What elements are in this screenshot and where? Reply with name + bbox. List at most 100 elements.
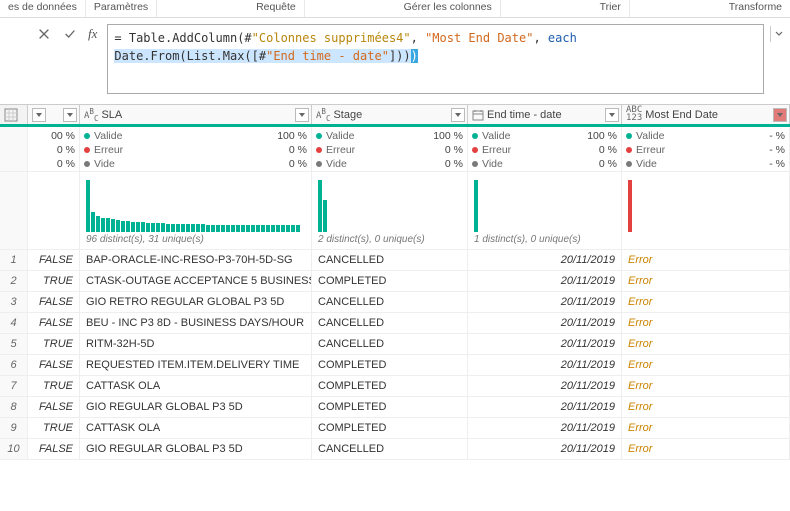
cell[interactable]: FALSE [28, 355, 80, 375]
table-row[interactable]: 7TRUECATTASK OLACOMPLETED20/11/2019Error [0, 376, 790, 397]
cell[interactable]: FALSE [28, 439, 80, 459]
row-header-corner[interactable] [0, 105, 28, 124]
any-type-icon: ABC123 [626, 107, 642, 121]
column-menu-button[interactable] [773, 108, 787, 122]
cell[interactable]: 20/11/2019 [468, 334, 622, 354]
commit-formula-button[interactable] [60, 24, 80, 44]
cell[interactable]: 20/11/2019 [468, 271, 622, 291]
column-header[interactable] [28, 105, 80, 124]
cell[interactable]: TRUE [28, 376, 80, 396]
distribution-sla: 96 distinct(s), 31 unique(s) [80, 172, 312, 249]
table-row[interactable]: 5TRUERITM-32H-5DCANCELLED20/11/2019Error [0, 334, 790, 355]
row-number: 4 [0, 313, 28, 333]
distribution-stage: 2 distinct(s), 0 unique(s) [312, 172, 468, 249]
table-row[interactable]: 10FALSEGIO REGULAR GLOBAL P3 5DCANCELLED… [0, 439, 790, 460]
cell[interactable]: COMPLETED [312, 418, 468, 438]
cell[interactable]: 20/11/2019 [468, 292, 622, 312]
cell[interactable]: CATTASK OLA [80, 418, 312, 438]
cell-error[interactable]: Error [622, 271, 790, 291]
column-title: Stage [333, 109, 362, 121]
cell[interactable]: FALSE [28, 250, 80, 270]
ribbon-tab[interactable]: Paramètres [86, 0, 157, 17]
cell[interactable]: GIO REGULAR GLOBAL P3 5D [80, 439, 312, 459]
cell[interactable]: 20/11/2019 [468, 418, 622, 438]
row-number: 6 [0, 355, 28, 375]
cell[interactable]: FALSE [28, 292, 80, 312]
cell[interactable]: BAP-ORACLE-INC-RESO-P3-70H-5D-SG [80, 250, 312, 270]
fx-label: fx [86, 24, 101, 42]
formula-input[interactable]: = Table.AddColumn(#"Colonnes supprimées4… [107, 24, 764, 94]
column-header-sla[interactable]: ABC SLA [80, 105, 312, 124]
cell-error[interactable]: Error [622, 292, 790, 312]
cell[interactable]: FALSE [28, 313, 80, 333]
cell[interactable]: RITM-32H-5D [80, 334, 312, 354]
table-row[interactable]: 9TRUECATTASK OLACOMPLETED20/11/2019Error [0, 418, 790, 439]
table-row[interactable]: 1FALSEBAP-ORACLE-INC-RESO-P3-70H-5D-SGCA… [0, 250, 790, 271]
cell[interactable]: GIO RETRO REGULAR GLOBAL P3 5D [80, 292, 312, 312]
ribbon-tab[interactable]: Gérer les colonnes [396, 0, 501, 17]
ribbon-tab[interactable]: Trier [592, 0, 630, 17]
cell[interactable]: 20/11/2019 [468, 313, 622, 333]
cell[interactable]: 20/11/2019 [468, 250, 622, 270]
column-menu-button[interactable] [295, 108, 309, 122]
cell-error[interactable]: Error [622, 334, 790, 354]
column-header-end-date[interactable]: End time - date [468, 105, 622, 124]
distribution-most [622, 172, 790, 249]
cell[interactable]: CTASK-OUTAGE ACCEPTANCE 5 BUSINESS D… [80, 271, 312, 291]
column-menu-button[interactable] [605, 108, 619, 122]
ribbon-tabs: es de données Paramètres Requête Gérer l… [0, 0, 790, 18]
cell-error[interactable]: Error [622, 250, 790, 270]
cell-error[interactable]: Error [622, 355, 790, 375]
column-header-most-end-date[interactable]: ABC123 Most End Date [622, 105, 790, 124]
cell[interactable]: TRUE [28, 418, 80, 438]
column-menu-button[interactable] [451, 108, 465, 122]
cell-error[interactable]: Error [622, 418, 790, 438]
cell[interactable]: COMPLETED [312, 271, 468, 291]
cell[interactable]: COMPLETED [312, 355, 468, 375]
filter-icon[interactable] [32, 108, 46, 122]
quality-truncated: 00 % 0 % 0 % [32, 130, 75, 170]
cell[interactable]: FALSE [28, 397, 80, 417]
quality-end: Valide100 % Erreur0 % Vide0 % [468, 127, 622, 171]
cell[interactable]: BEU - INC P3 8D - BUSINESS DAYS/HOUR [80, 313, 312, 333]
ribbon-tab[interactable]: Requête [248, 0, 305, 17]
column-header-stage[interactable]: ABC Stage [312, 105, 468, 124]
cell[interactable]: 20/11/2019 [468, 397, 622, 417]
cell[interactable]: CANCELLED [312, 292, 468, 312]
table-row[interactable]: 4FALSEBEU - INC P3 8D - BUSINESS DAYS/HO… [0, 313, 790, 334]
chevron-down-icon [774, 29, 784, 39]
cell[interactable]: GIO REGULAR GLOBAL P3 5D [80, 397, 312, 417]
cell[interactable]: CANCELLED [312, 250, 468, 270]
row-number: 10 [0, 439, 28, 459]
cell[interactable]: REQUESTED ITEM.ITEM.DELIVERY TIME [80, 355, 312, 375]
cell[interactable]: COMPLETED [312, 397, 468, 417]
table-row[interactable]: 3FALSEGIO RETRO REGULAR GLOBAL P3 5DCANC… [0, 292, 790, 313]
cell[interactable]: CANCELLED [312, 313, 468, 333]
cell-error[interactable]: Error [622, 376, 790, 396]
cell[interactable]: CANCELLED [312, 334, 468, 354]
cell-error[interactable]: Error [622, 439, 790, 459]
table-row[interactable]: 8FALSEGIO REGULAR GLOBAL P3 5DCOMPLETED2… [0, 397, 790, 418]
cell-error[interactable]: Error [622, 397, 790, 417]
row-number: 3 [0, 292, 28, 312]
column-menu-button[interactable] [63, 108, 77, 122]
ribbon-tab[interactable]: Transforme [721, 0, 790, 17]
cell[interactable]: CANCELLED [312, 439, 468, 459]
table-row[interactable]: 6FALSEREQUESTED ITEM.ITEM.DELIVERY TIMEC… [0, 355, 790, 376]
column-distribution-row: 96 distinct(s), 31 unique(s) 2 distinct(… [0, 172, 790, 250]
cell[interactable]: TRUE [28, 334, 80, 354]
expand-formula-button[interactable] [770, 26, 786, 42]
cell[interactable]: COMPLETED [312, 376, 468, 396]
table-row[interactable]: 2TRUECTASK-OUTAGE ACCEPTANCE 5 BUSINESS … [0, 271, 790, 292]
ribbon-tab[interactable]: es de données [0, 0, 86, 17]
cell[interactable]: 20/11/2019 [468, 376, 622, 396]
cell[interactable]: 20/11/2019 [468, 355, 622, 375]
check-icon [63, 27, 77, 41]
cancel-formula-button[interactable] [34, 24, 54, 44]
x-icon [37, 27, 51, 41]
cell[interactable]: TRUE [28, 271, 80, 291]
cell-error[interactable]: Error [622, 313, 790, 333]
cell[interactable]: CATTASK OLA [80, 376, 312, 396]
cell[interactable]: 20/11/2019 [468, 439, 622, 459]
column-title: SLA [101, 109, 122, 121]
